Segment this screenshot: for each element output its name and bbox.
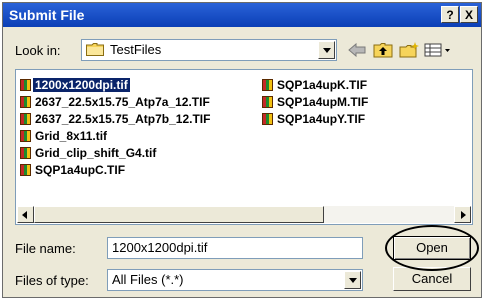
file-item[interactable]: 2637_22.5x15.75_Atp7a_12.TIF — [20, 93, 212, 110]
scroll-thumb[interactable] — [34, 206, 324, 223]
back-arrow-icon[interactable] — [345, 39, 369, 61]
close-button[interactable]: X — [460, 6, 478, 23]
window-title: Submit File — [9, 7, 85, 23]
tif-file-icon — [20, 95, 31, 108]
file-item[interactable]: Grid_clip_shift_G4.tif — [20, 144, 212, 161]
tif-file-icon — [262, 95, 273, 108]
cancel-button[interactable]: Cancel — [393, 267, 471, 291]
open-button[interactable]: Open — [393, 236, 471, 260]
file-list[interactable]: 1200x1200dpi.tif 2637_22.5x15.75_Atp7a_1… — [15, 69, 473, 225]
title-bar: Submit File ? X — [3, 3, 481, 27]
tif-file-icon — [20, 163, 31, 176]
help-button[interactable]: ? — [441, 6, 459, 23]
tif-file-icon — [20, 146, 31, 159]
horizontal-scrollbar[interactable] — [17, 206, 471, 223]
file-item[interactable]: SQP1a4upK.TIF — [262, 76, 370, 93]
folder-icon — [86, 43, 104, 56]
chevron-down-icon[interactable] — [318, 41, 335, 59]
files-of-type-label: Files of type: — [15, 273, 89, 288]
look-in-value: TestFiles — [110, 42, 162, 57]
file-item[interactable]: SQP1a4upC.TIF — [20, 161, 212, 178]
file-item[interactable]: SQP1a4upY.TIF — [262, 110, 370, 127]
tif-file-icon — [20, 78, 31, 91]
file-name-label: File name: — [15, 241, 76, 256]
scroll-left-arrow-icon[interactable] — [17, 206, 34, 223]
file-item[interactable]: SQP1a4upM.TIF — [262, 93, 370, 110]
file-item[interactable]: 2637_22.5x15.75_Atp7b_12.TIF — [20, 110, 212, 127]
file-name-input[interactable]: 1200x1200dpi.tif — [107, 237, 363, 259]
tif-file-icon — [20, 112, 31, 125]
look-in-label: Look in: — [15, 43, 61, 58]
new-folder-icon[interactable] — [397, 39, 421, 61]
tif-file-icon — [262, 112, 273, 125]
look-in-dropdown[interactable]: TestFiles — [81, 39, 337, 61]
scroll-right-arrow-icon[interactable] — [454, 206, 471, 223]
files-of-type-value: All Files (*.*) — [112, 272, 184, 287]
chevron-down-icon[interactable] — [344, 271, 361, 289]
submit-file-dialog: Submit File ? X Look in: TestFiles 1200x… — [2, 2, 482, 298]
tif-file-icon — [262, 78, 273, 91]
up-folder-icon[interactable] — [371, 39, 395, 61]
view-menu-icon[interactable] — [423, 39, 453, 61]
files-of-type-dropdown[interactable]: All Files (*.*) — [107, 269, 363, 291]
file-item[interactable]: 1200x1200dpi.tif — [20, 76, 212, 93]
tif-file-icon — [20, 129, 31, 142]
file-item[interactable]: Grid_8x11.tif — [20, 127, 212, 144]
